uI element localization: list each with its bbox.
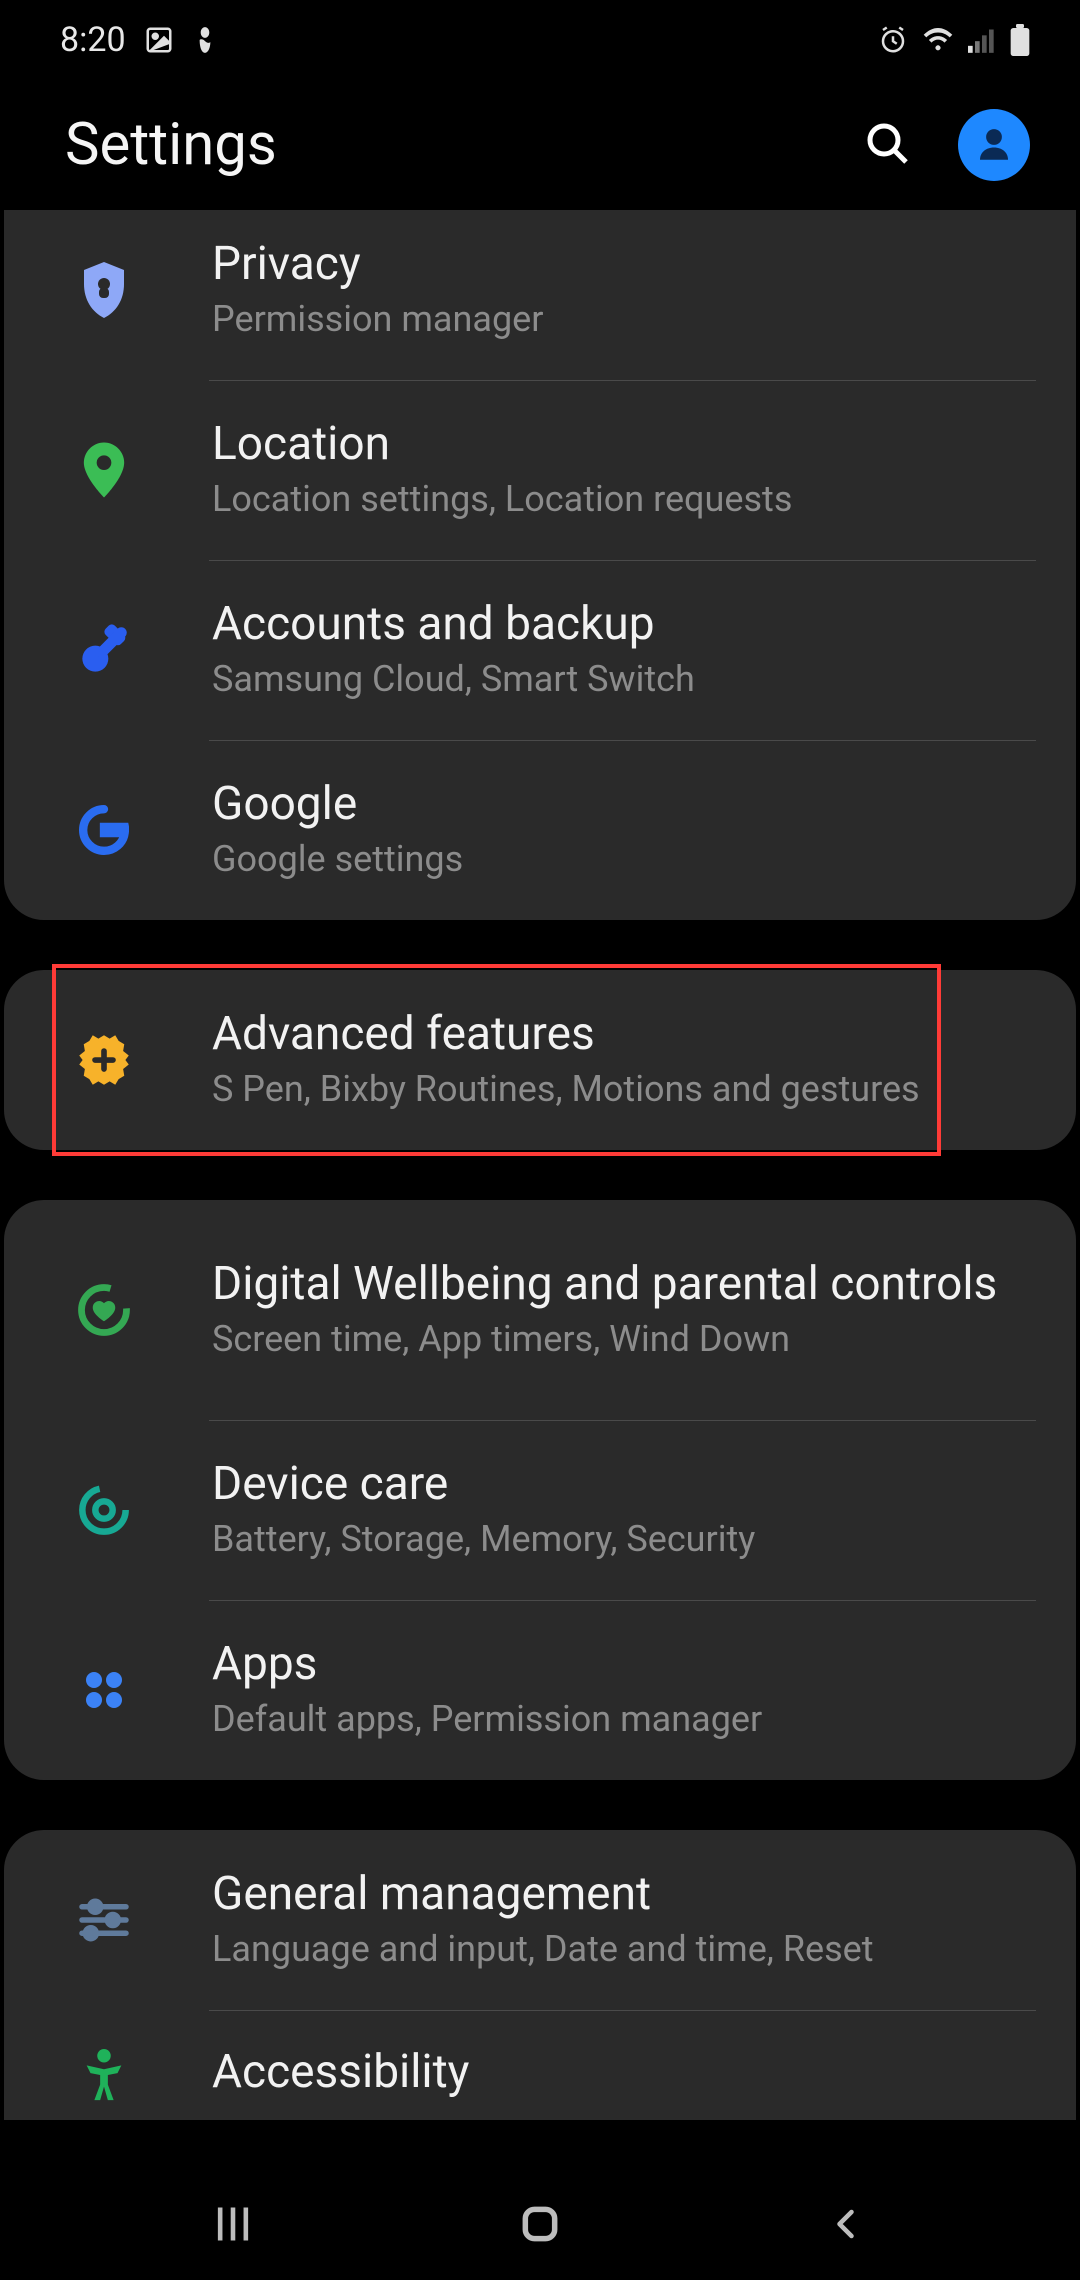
privacy-icon bbox=[74, 260, 134, 320]
settings-row-privacy[interactable]: Privacy Permission manager bbox=[4, 210, 1076, 380]
settings-group: General management Language and input, D… bbox=[4, 1830, 1076, 2120]
battery-icon bbox=[1010, 24, 1030, 56]
settings-group: Privacy Permission manager Location Loca… bbox=[4, 210, 1076, 920]
settings-group: Advanced features S Pen, Bixby Routines,… bbox=[4, 970, 1076, 1150]
row-subtitle: Default apps, Permission manager bbox=[212, 1697, 1026, 1742]
row-title: Advanced features bbox=[212, 1008, 1026, 1061]
app-header: Settings bbox=[0, 80, 1080, 210]
person-icon bbox=[973, 123, 1015, 168]
settings-row-wellbeing[interactable]: Digital Wellbeing and parental controls … bbox=[4, 1200, 1076, 1420]
apps-grid-icon bbox=[74, 1660, 134, 1720]
picture-icon bbox=[144, 25, 174, 55]
row-subtitle: Language and input, Date and time, Reset bbox=[212, 1927, 1026, 1972]
settings-row-location[interactable]: Location Location settings, Location req… bbox=[4, 380, 1076, 560]
search-button[interactable] bbox=[858, 115, 918, 175]
settings-row-advanced-features[interactable]: Advanced features S Pen, Bixby Routines,… bbox=[4, 970, 1076, 1150]
row-subtitle: Permission manager bbox=[212, 297, 1026, 342]
row-title: Device care bbox=[212, 1458, 1026, 1511]
sliders-icon bbox=[74, 1890, 134, 1950]
heart-ring-icon bbox=[74, 1280, 134, 1340]
row-title: Google bbox=[212, 778, 1026, 831]
navigation-bar bbox=[0, 2170, 1080, 2280]
row-title: Privacy bbox=[212, 238, 1026, 291]
device-care-icon bbox=[74, 1480, 134, 1540]
key-icon bbox=[74, 620, 134, 680]
settings-row-general-management[interactable]: General management Language and input, D… bbox=[4, 1830, 1076, 2010]
status-time: 8:20 bbox=[60, 20, 126, 60]
row-subtitle: Location settings, Location requests bbox=[212, 477, 1026, 522]
row-subtitle: Google settings bbox=[212, 837, 1026, 882]
home-button[interactable] bbox=[500, 2195, 580, 2255]
alarm-icon bbox=[878, 25, 908, 55]
row-subtitle: S Pen, Bixby Routines, Motions and gestu… bbox=[212, 1067, 1026, 1112]
row-title: Location bbox=[212, 418, 1026, 471]
search-icon bbox=[864, 120, 912, 171]
row-title: General management bbox=[212, 1868, 1026, 1921]
row-subtitle: Samsung Cloud, Smart Switch bbox=[212, 657, 1026, 702]
silhouette-icon bbox=[192, 25, 218, 55]
row-title: Accounts and backup bbox=[212, 598, 1026, 651]
row-title: Digital Wellbeing and parental controls bbox=[212, 1258, 1026, 1311]
settings-group: Digital Wellbeing and parental controls … bbox=[4, 1200, 1076, 1780]
row-subtitle: Screen time, App timers, Wind Down bbox=[212, 1317, 1026, 1362]
google-icon bbox=[74, 800, 134, 860]
location-icon bbox=[74, 440, 134, 500]
home-icon bbox=[518, 2202, 562, 2249]
settings-row-accounts[interactable]: Accounts and backup Samsung Cloud, Smart… bbox=[4, 560, 1076, 740]
row-subtitle: Battery, Storage, Memory, Security bbox=[212, 1517, 1026, 1562]
accessibility-person-icon bbox=[74, 2045, 134, 2105]
status-bar: 8:20 bbox=[0, 0, 1080, 80]
settings-row-accessibility[interactable]: Accessibility bbox=[4, 2010, 1076, 2120]
wifi-icon bbox=[922, 27, 954, 53]
settings-row-apps[interactable]: Apps Default apps, Permission manager bbox=[4, 1600, 1076, 1780]
back-button[interactable] bbox=[807, 2195, 887, 2255]
settings-row-device-care[interactable]: Device care Battery, Storage, Memory, Se… bbox=[4, 1420, 1076, 1600]
recents-icon bbox=[211, 2202, 255, 2249]
signal-icon bbox=[968, 27, 996, 53]
gear-plus-icon bbox=[74, 1030, 134, 1090]
account-button[interactable] bbox=[958, 109, 1030, 181]
row-title: Apps bbox=[212, 1638, 1026, 1691]
row-title: Accessibility bbox=[212, 2046, 1026, 2099]
settings-row-google[interactable]: Google Google settings bbox=[4, 740, 1076, 920]
back-icon bbox=[829, 2202, 865, 2249]
settings-list[interactable]: Privacy Permission manager Location Loca… bbox=[0, 210, 1080, 2170]
page-title: Settings bbox=[65, 111, 277, 179]
recents-button[interactable] bbox=[193, 2195, 273, 2255]
